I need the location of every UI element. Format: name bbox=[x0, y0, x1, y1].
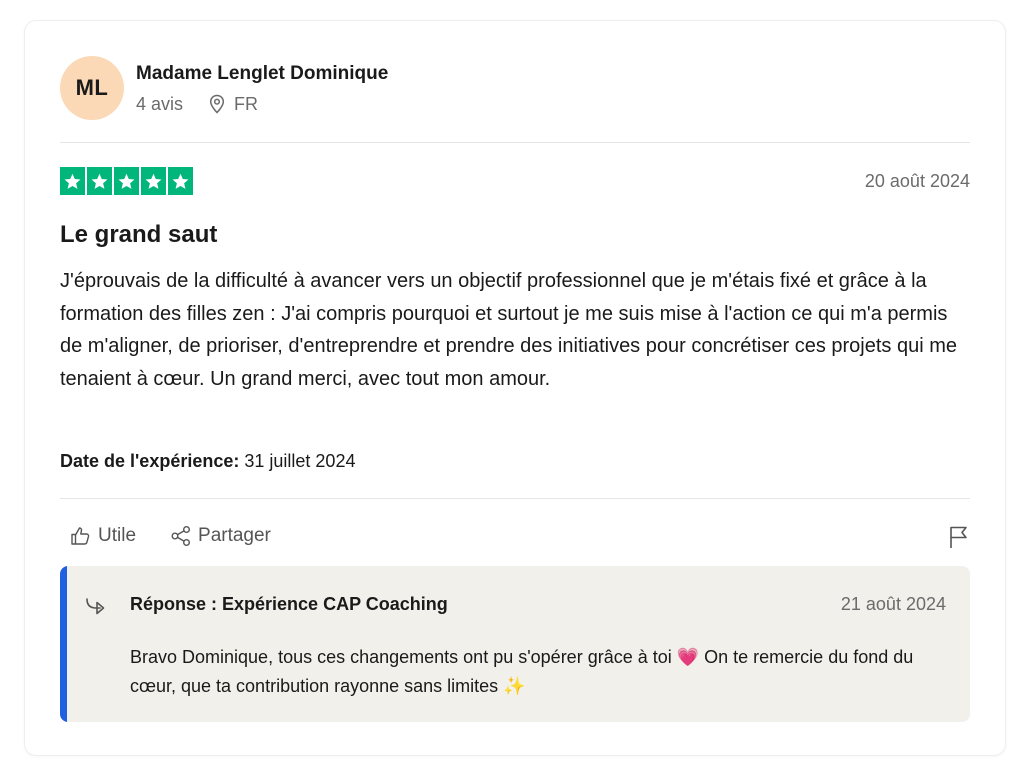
flag-icon bbox=[950, 526, 967, 548]
review-body: J'éprouvais de la difficulté à avancer v… bbox=[60, 270, 957, 390]
location-pin-icon bbox=[209, 94, 225, 114]
company-reply: Réponse : Expérience CAP Coaching 21 aoû… bbox=[60, 566, 970, 722]
star-icon bbox=[168, 167, 193, 195]
thumbs-up-icon bbox=[71, 527, 90, 545]
reviewer-country: FR bbox=[234, 93, 259, 114]
share-icon bbox=[171, 526, 191, 546]
review-count: 4 avis bbox=[136, 93, 184, 114]
useful-label: Utile bbox=[98, 525, 137, 546]
reviewer-name[interactable]: Madame Lenglet Dominique bbox=[136, 62, 388, 86]
avatar[interactable]: ML bbox=[60, 56, 124, 120]
report-flag-button[interactable] bbox=[948, 525, 970, 554]
star-icon bbox=[141, 167, 166, 195]
star-icon bbox=[60, 167, 85, 195]
share-label: Partager bbox=[198, 525, 271, 546]
experience-date-value: 31 juillet 2024 bbox=[244, 451, 356, 471]
reply-accent-bar bbox=[60, 566, 67, 722]
header-divider bbox=[60, 142, 970, 143]
reviewer-header: ML Madame Lenglet Dominique 4 avis FR bbox=[60, 55, 388, 121]
review-date: 20 août 2024 bbox=[864, 171, 970, 191]
star-rating bbox=[60, 167, 193, 195]
review-card: ML Madame Lenglet Dominique 4 avis FR 20… bbox=[24, 20, 1006, 756]
star-icon bbox=[114, 167, 139, 195]
experience-date-label: Date de l'expérience: bbox=[60, 451, 240, 471]
reply-title: Réponse : Expérience CAP Coaching bbox=[130, 594, 448, 614]
reply-arrow-icon bbox=[86, 598, 105, 615]
reply-text: Bravo Dominique, tous ces changements on… bbox=[130, 647, 914, 696]
share-button[interactable]: Partager bbox=[170, 525, 271, 547]
star-icon bbox=[87, 167, 112, 195]
review-title: Le grand saut bbox=[60, 221, 218, 248]
experience-date: Date de l'expérience: 31 juillet 2024 bbox=[60, 451, 355, 472]
reply-date: 21 août 2024 bbox=[840, 594, 946, 614]
review-actions: Utile Partager bbox=[70, 525, 271, 547]
useful-button[interactable]: Utile bbox=[70, 525, 136, 547]
actions-divider bbox=[60, 498, 970, 499]
